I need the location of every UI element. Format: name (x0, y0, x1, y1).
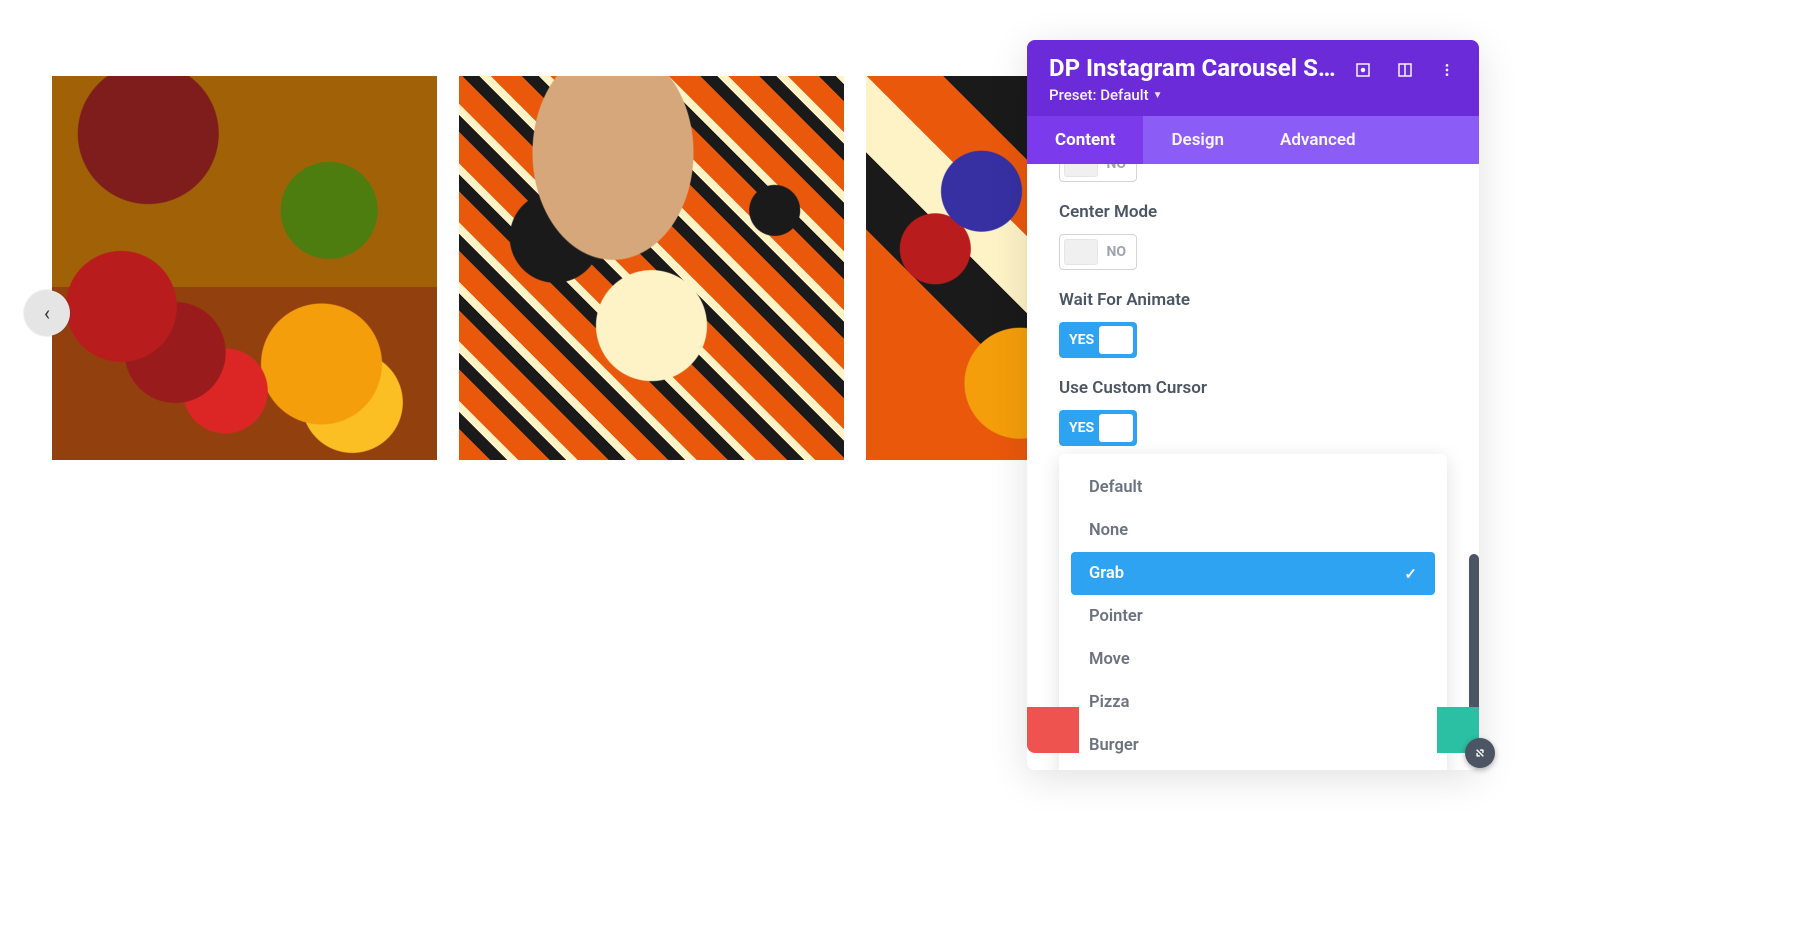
toggle-label: NO (1106, 244, 1126, 260)
toggle-center-mode[interactable]: NO (1059, 234, 1137, 270)
cursor-option-pointer[interactable]: Pointer (1059, 595, 1447, 638)
check-icon: ✓ (1404, 565, 1417, 583)
cursor-option-move[interactable]: Move (1059, 638, 1447, 681)
tab-advanced[interactable]: Advanced (1252, 116, 1384, 164)
resize-handle[interactable] (1465, 738, 1495, 768)
chevron-left-icon: ‹ (44, 301, 50, 325)
tab-content[interactable]: Content (1027, 116, 1143, 164)
toggle-wait-for-animate[interactable]: YES (1059, 322, 1137, 358)
panel-titlebar: DP Instagram Carousel Sett… Preset: Defa… (1027, 40, 1479, 116)
panel-body: NO Center Mode NO Wait For Animate YES U… (1027, 164, 1479, 770)
label-center-mode: Center Mode (1059, 202, 1447, 222)
panel-actionbar (1027, 707, 1479, 753)
toggle-label: YES (1069, 420, 1094, 436)
option-label: Default (1089, 478, 1142, 497)
instagram-carousel (52, 76, 1800, 460)
toggle-previous-hidden[interactable]: NO (1059, 164, 1137, 182)
panel-tabs: Content Design Advanced (1027, 116, 1479, 164)
toggle-use-custom-cursor[interactable]: YES (1059, 410, 1137, 446)
cursor-option-none[interactable]: None (1059, 509, 1447, 552)
option-label: Move (1089, 650, 1130, 669)
columns-icon[interactable] (1395, 60, 1415, 80)
option-label: None (1089, 521, 1128, 540)
scrollbar-thumb[interactable] (1469, 554, 1479, 726)
carousel-image-2[interactable] (459, 76, 844, 460)
panel-title: DP Instagram Carousel Sett… (1049, 54, 1339, 82)
cancel-button[interactable] (1027, 707, 1079, 753)
option-label: Pointer (1089, 607, 1143, 626)
label-wait-for-animate: Wait For Animate (1059, 290, 1447, 310)
toggle-label: YES (1069, 332, 1094, 348)
fullscreen-icon[interactable] (1353, 60, 1373, 80)
scrollbar-track[interactable] (1469, 334, 1479, 770)
option-label: Grab (1089, 564, 1124, 583)
label-use-custom-cursor: Use Custom Cursor (1059, 378, 1447, 398)
preset-selector[interactable]: Preset: Default ▼ (1049, 86, 1345, 104)
tab-design[interactable]: Design (1143, 116, 1252, 164)
more-icon[interactable] (1437, 60, 1457, 80)
carousel-prev-button[interactable]: ‹ (24, 290, 70, 336)
carousel-image-1[interactable] (52, 76, 437, 460)
cursor-option-default[interactable]: Default (1059, 466, 1447, 509)
settings-panel: DP Instagram Carousel Sett… Preset: Defa… (1027, 40, 1479, 770)
preset-label: Preset: Default (1049, 86, 1149, 104)
cursor-option-grab[interactable]: Grab ✓ (1071, 552, 1435, 595)
toggle-label: NO (1106, 164, 1126, 172)
caret-down-icon: ▼ (1153, 90, 1163, 101)
